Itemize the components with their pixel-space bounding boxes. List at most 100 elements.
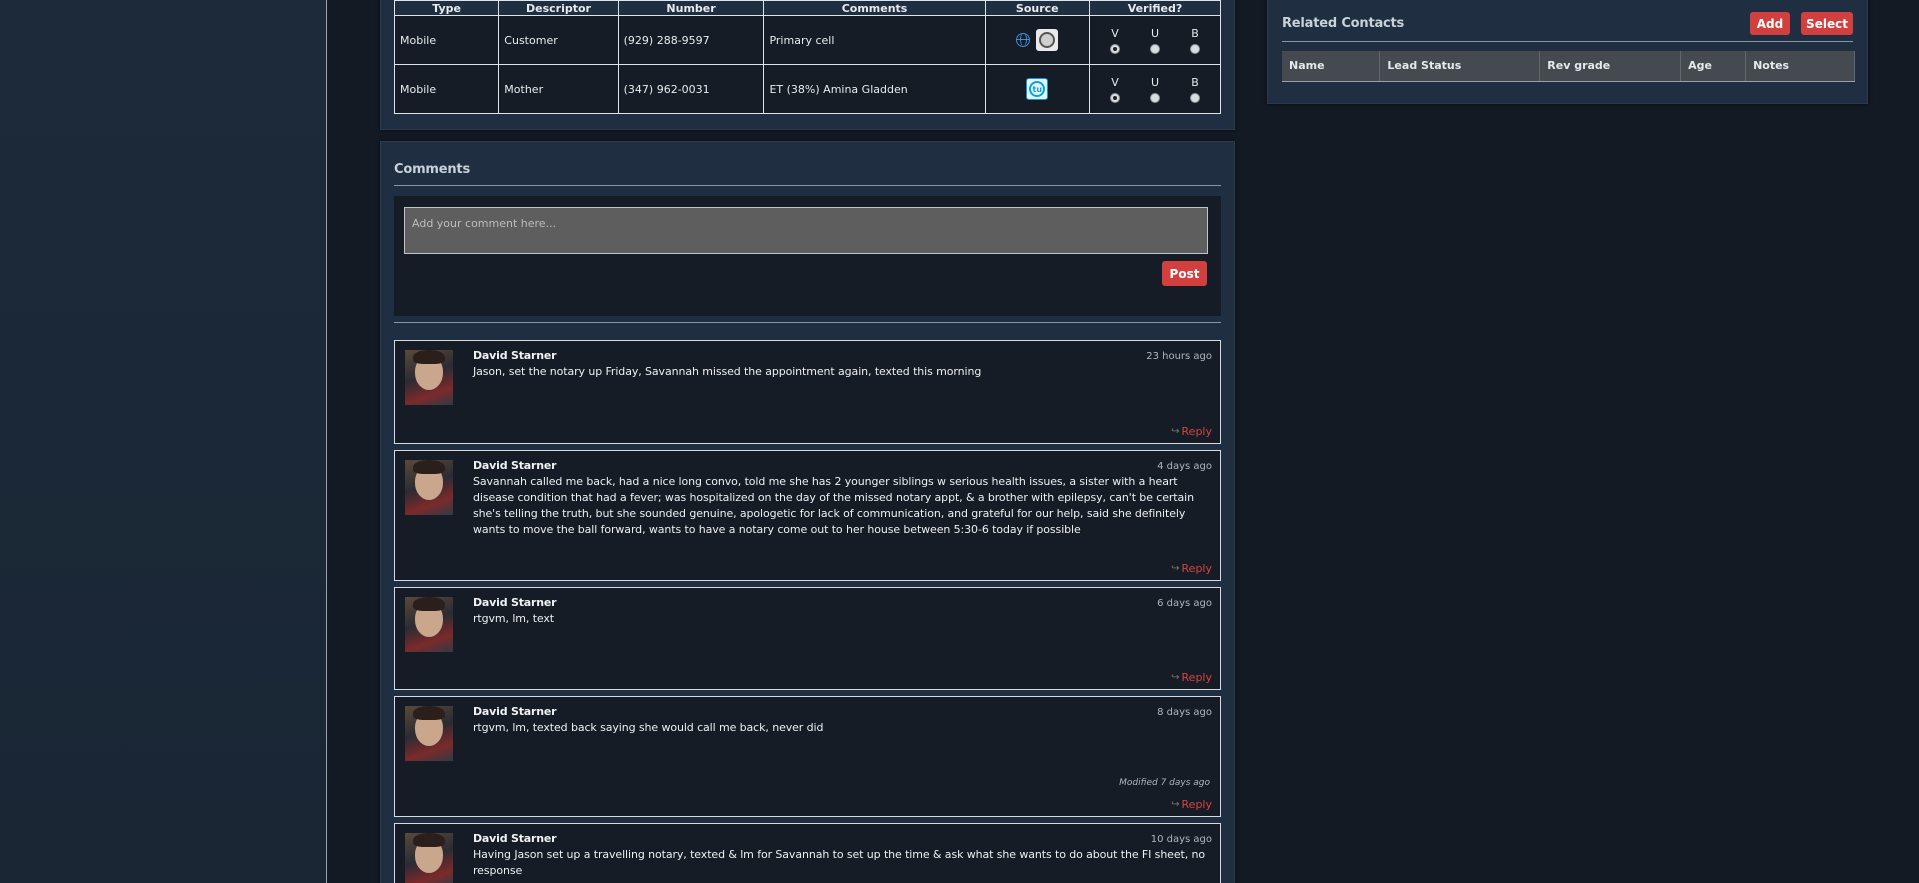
verified-radio-v[interactable] xyxy=(1109,43,1120,54)
verified-radio-u[interactable] xyxy=(1149,43,1160,54)
comment-item: David Starner 8 days ago rtgvm, lm, text… xyxy=(394,696,1221,817)
column-header-comments[interactable]: Comments xyxy=(763,0,986,16)
verified-label-b: B xyxy=(1191,75,1199,89)
comment-footer: ↪ Reply xyxy=(1171,797,1212,811)
comment-modified: Modified 7 days ago xyxy=(1119,778,1210,788)
comment-timestamp: 6 days ago xyxy=(1157,598,1212,609)
column-header-descriptor[interactable]: Descriptor xyxy=(498,0,619,16)
comment-text: rtgvm, lm, text xyxy=(473,612,555,625)
comment-author[interactable]: David Starner xyxy=(473,459,1212,472)
comment-timestamp: 8 days ago xyxy=(1157,707,1212,718)
comment-list: David Starner 23 hours ago Jason, set th… xyxy=(394,340,1221,883)
phone-descriptor: Mother xyxy=(498,64,619,114)
phone-numbers-table: Type Descriptor Number Comments Source V… xyxy=(393,0,1222,114)
left-sidebar xyxy=(0,0,327,883)
verified-radio-b[interactable] xyxy=(1189,92,1200,103)
avatar xyxy=(405,833,453,883)
verified-label-v: V xyxy=(1111,75,1119,89)
comment-item: David Starner 4 days ago Savannah called… xyxy=(394,450,1221,581)
reply-icon: ↪ xyxy=(1171,799,1180,810)
verified-options: V U B xyxy=(1088,15,1222,65)
reply-label: Reply xyxy=(1181,671,1212,684)
verified-label-u: U xyxy=(1150,26,1160,40)
column-header-type[interactable]: Type xyxy=(393,0,500,16)
column-header-verified[interactable]: Verified? xyxy=(1088,0,1222,16)
avatar xyxy=(405,597,453,652)
comment-input[interactable] xyxy=(404,207,1208,254)
reply-label: Reply xyxy=(1181,425,1212,438)
verified-label-b: B xyxy=(1191,26,1199,40)
reply-link[interactable]: ↪ Reply xyxy=(1171,798,1212,811)
comment-text: rtgvm, lm, texted back saying she would … xyxy=(473,721,824,734)
phone-numbers-panel: Type Descriptor Number Comments Source V… xyxy=(380,0,1235,130)
comment-item: David Starner 6 days ago rtgvm, lm, text… xyxy=(394,587,1221,690)
phone-comments: ET (38%) Amina Gladden xyxy=(763,64,986,114)
avatar xyxy=(405,350,453,405)
comment-text: Savannah called me back, had a nice long… xyxy=(473,475,1194,536)
table-header-row: Name Lead Status Rev grade Age Notes xyxy=(1282,51,1855,82)
phone-comments: Primary cell xyxy=(763,15,986,65)
comment-timestamp: 10 days ago xyxy=(1150,834,1212,845)
related-contacts-title: Related Contacts xyxy=(1282,16,1405,31)
related-contacts-panel: Related Contacts Add Select Name Lead St… xyxy=(1267,0,1868,104)
column-header-notes[interactable]: Notes xyxy=(1745,51,1855,82)
related-contacts-actions: Add Select xyxy=(1750,12,1853,35)
table-row: Mobile Customer (929) 288-9597 Primary c… xyxy=(393,15,1222,65)
reply-link[interactable]: ↪ Reply xyxy=(1171,671,1212,684)
verified-label-u: U xyxy=(1150,75,1160,89)
verified-radio-u[interactable] xyxy=(1149,92,1160,103)
column-header-number[interactable]: Number xyxy=(617,0,765,16)
phone-source: tu xyxy=(984,64,1090,114)
phone-source xyxy=(984,15,1090,65)
tu-icon[interactable]: tu xyxy=(1026,78,1049,100)
phone-type: Mobile xyxy=(393,15,500,65)
comment-footer: ↪ Reply xyxy=(1171,424,1212,438)
globe-icon[interactable] xyxy=(1016,33,1031,47)
phone-number[interactable]: (929) 288-9597 xyxy=(617,15,765,65)
post-button[interactable]: Post xyxy=(1162,261,1207,286)
comments-panel: Comments Post David Starner 23 hours ago… xyxy=(380,141,1235,883)
comment-item: David Starner 10 days ago Having Jason s… xyxy=(394,823,1221,883)
reply-label: Reply xyxy=(1181,562,1212,575)
reply-icon: ↪ xyxy=(1171,426,1180,437)
verified-radio-b[interactable] xyxy=(1189,43,1200,54)
reply-icon: ↪ xyxy=(1171,563,1180,574)
related-contacts-table: Name Lead Status Rev grade Age Notes xyxy=(1282,51,1855,82)
table-row: Mobile Mother (347) 962-0031 ET (38%) Am… xyxy=(393,64,1222,114)
phone-number[interactable]: (347) 962-0031 xyxy=(617,64,765,114)
comment-text: Having Jason set up a travelling notary,… xyxy=(473,848,1206,877)
divider xyxy=(394,322,1221,323)
seal-icon[interactable] xyxy=(1036,29,1059,51)
comment-author[interactable]: David Starner xyxy=(473,705,1212,718)
comment-item: David Starner 23 hours ago Jason, set th… xyxy=(394,340,1221,444)
avatar xyxy=(405,706,453,761)
comment-footer: ↪ Reply xyxy=(1171,670,1212,684)
comment-timestamp: 23 hours ago xyxy=(1146,351,1212,362)
column-header-name[interactable]: Name xyxy=(1282,51,1381,82)
comment-timestamp: 4 days ago xyxy=(1157,461,1212,472)
add-button[interactable]: Add xyxy=(1750,12,1790,35)
comment-compose: Post xyxy=(394,196,1221,316)
reply-label: Reply xyxy=(1181,798,1212,811)
avatar xyxy=(405,460,453,515)
verified-radio-v[interactable] xyxy=(1109,92,1120,103)
column-header-source[interactable]: Source xyxy=(984,0,1090,16)
select-button[interactable]: Select xyxy=(1801,12,1853,35)
column-header-rev-grade[interactable]: Rev grade xyxy=(1539,51,1682,82)
related-contacts-header: Related Contacts Add Select xyxy=(1282,0,1853,42)
comment-author[interactable]: David Starner xyxy=(473,832,1212,845)
reply-link[interactable]: ↪ Reply xyxy=(1171,425,1212,438)
phone-type: Mobile xyxy=(393,64,500,114)
phone-descriptor: Customer xyxy=(498,15,619,65)
verified-label-v: V xyxy=(1111,26,1119,40)
comment-author[interactable]: David Starner xyxy=(473,596,1212,609)
comment-text: Jason, set the notary up Friday, Savanna… xyxy=(473,365,982,378)
column-header-age[interactable]: Age xyxy=(1680,51,1747,82)
reply-link[interactable]: ↪ Reply xyxy=(1171,562,1212,575)
comment-footer: ↪ Reply xyxy=(1171,561,1212,575)
column-header-lead-status[interactable]: Lead Status xyxy=(1379,51,1541,82)
table-header-row: Type Descriptor Number Comments Source V… xyxy=(393,0,1222,16)
comment-author[interactable]: David Starner xyxy=(473,349,1212,362)
comments-title: Comments xyxy=(394,142,1221,186)
reply-icon: ↪ xyxy=(1171,672,1180,683)
